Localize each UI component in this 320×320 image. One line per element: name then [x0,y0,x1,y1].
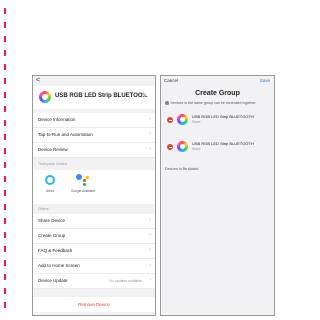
menu-item-faq-feedback[interactable]: FAQ & Feedback › [33,244,155,259]
google-assistant-label: Google Assistant [71,189,95,193]
device-location: Share [192,120,201,124]
chevron-right-icon: › [149,247,151,253]
menu-item-label: Device Review [38,147,68,152]
menu-item-label: Share Device [38,218,66,223]
device-name: USB RGB LED Strip BLUETOOTH [192,141,254,146]
chevron-right-icon: › [149,232,151,238]
chevron-right-icon: › [149,131,151,137]
menu-item-device-review[interactable]: Device Review › [33,143,155,158]
remove-device-button[interactable]: Remove Device [33,297,155,312]
group-device-item: USB RGB LED Strip BLUETOOTH Share [161,109,274,131]
group-note-text: Devices in the same group can be control… [170,101,257,105]
alexa-icon[interactable] [45,175,55,185]
pencil-icon[interactable]: ✎ [142,92,147,99]
device-name: USB RGB LED Strip BLUETOOTH [192,114,254,119]
third-party-control-panel: Alexa Google Assistant [33,170,155,204]
device-logo-icon [177,141,188,152]
remove-from-group-icon[interactable] [167,144,173,150]
menu-item-device-information[interactable]: Device Information › [33,113,155,128]
device-logo-icon [39,91,51,103]
save-button[interactable]: Save [260,78,270,83]
cancel-button[interactable]: Cancel [164,78,178,83]
section-label-third-party: Third-party Control [38,162,68,166]
alexa-label: Alexa [46,189,54,193]
menu-item-add-to-home-screen[interactable]: Add to Home Screen › [33,259,155,274]
menu-item-device-update[interactable]: Device Update No updates available › [33,274,155,289]
menu-item-label: Device Update [38,278,68,283]
chevron-right-icon: › [149,277,151,283]
chevron-right-icon: › [149,116,151,122]
chevron-right-icon: › [149,146,151,152]
create-group-screen: Cancel Save Create Group Devices in the … [160,75,275,316]
devices-to-be-added-label: Devices to Be Added [165,167,199,171]
menu-item-create-group[interactable]: Create Group › [33,229,155,244]
back-button[interactable]: < [36,77,40,84]
menu-item-label: Add to Home Screen [38,263,80,268]
menu-item-label: FAQ & Feedback [38,248,73,253]
menu-item-label: Device Information [38,117,76,122]
chevron-right-icon: › [149,262,151,268]
section-label-others: Others [38,207,49,211]
info-icon [165,101,169,105]
menu-item-tap-to-run[interactable]: Tap-to-Run and Automation › [33,128,155,143]
menu-item-label: Create Group [38,233,66,238]
google-assistant-icon[interactable] [76,174,90,186]
device-settings-screen: < USB RGB LED Strip BLUETOO... ✎ Device … [32,75,156,316]
update-status: No updates available [109,278,142,283]
group-device-item: USB RGB LED Strip BLUETOOTH Share [161,136,274,158]
group-note: Devices in the same group can be control… [165,101,256,105]
device-title: USB RGB LED Strip BLUETOO... [55,93,148,99]
chevron-right-icon: › [149,217,151,223]
device-header: USB RGB LED Strip BLUETOO... ✎ [33,86,155,109]
menu-item-label: Tap-to-Run and Automation [38,132,93,137]
device-logo-icon [177,114,188,125]
device-location: Share [192,147,201,151]
remove-from-group-icon[interactable] [167,117,173,123]
page-title: Create Group [195,90,240,97]
menu-item-share-device[interactable]: Share Device › [33,214,155,229]
